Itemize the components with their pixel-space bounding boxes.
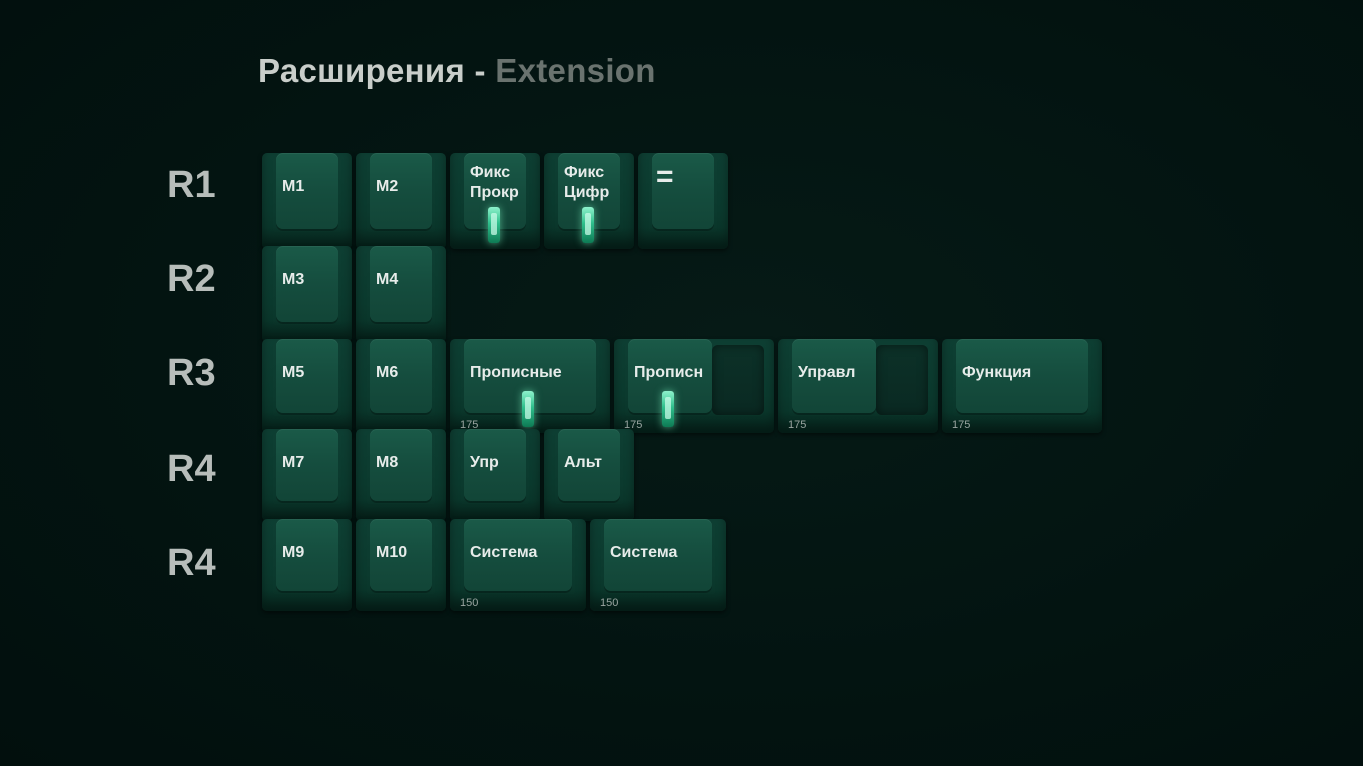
keycap-legend: M8	[376, 454, 399, 471]
page-title: Расширения - Extension	[258, 52, 656, 90]
keycap-legend: M1	[282, 178, 305, 195]
keycap-m2: M2	[356, 153, 446, 249]
keycap-scroll-lock: Фикс Прокр	[450, 153, 540, 249]
title-russian: Расширения	[258, 52, 466, 89]
switch-stem-icon	[662, 391, 674, 427]
title-separator: -	[474, 52, 486, 89]
keycap-m4: M4	[356, 246, 446, 342]
title-english: Extension	[495, 52, 656, 89]
keycap-legend: M6	[376, 364, 399, 381]
keycap-system-left: Система 150	[450, 519, 586, 611]
row-label-r1: R1	[167, 164, 216, 206]
keycap-system-right: Система 150	[590, 519, 726, 611]
keycap-m1: M1	[262, 153, 352, 249]
keycap-legend: Прописн	[634, 364, 704, 381]
keycap-equals: =	[638, 153, 728, 249]
keycap-caps-lock-stepped: Прописн 175	[614, 339, 774, 433]
keycap-caps-lock: Прописные 175	[450, 339, 610, 433]
row-label-r3: R3	[167, 352, 216, 394]
keycap-m3: M3	[262, 246, 352, 342]
keycap-legend: M7	[282, 454, 305, 471]
keycap-step	[712, 345, 764, 415]
row-label-r2: R2	[167, 258, 216, 300]
switch-stem-icon	[582, 207, 594, 243]
keycap-legend: Прописные	[470, 364, 562, 381]
keycap-size-label: 175	[788, 419, 807, 431]
keycap-function: Функция 175	[942, 339, 1102, 433]
keycap-legend: Альт	[564, 454, 602, 471]
switch-stem-icon	[488, 207, 500, 243]
keycap-m8: M8	[356, 429, 446, 521]
keycap-num-lock: Фикс Цифр	[544, 153, 634, 249]
keycap-alt: Альт	[544, 429, 634, 521]
keycap-m9: M9	[262, 519, 352, 611]
keycap-legend: Упр	[470, 454, 499, 471]
keycap-legend: M5	[282, 364, 305, 381]
keycap-legend: Система	[610, 544, 678, 561]
keycap-legend: M9	[282, 544, 305, 561]
keycap-control-stepped: Управл 175	[778, 339, 938, 433]
switch-stem-icon	[522, 391, 534, 427]
keycap-legend: Система	[470, 544, 538, 561]
keycap-size-label: 175	[952, 419, 971, 431]
row-label-r4-second: R4	[167, 542, 216, 584]
keycap-m7: M7	[262, 429, 352, 521]
keycap-legend: Управл	[798, 364, 856, 381]
keycap-legend: Фикс Прокр	[470, 164, 519, 201]
row-label-r4: R4	[167, 448, 216, 490]
keycap-m5: M5	[262, 339, 352, 433]
keycap-legend: =	[656, 160, 674, 193]
keycap-legend: M4	[376, 271, 399, 288]
keycap-size-label: 150	[460, 597, 479, 609]
keycap-legend: Функция	[962, 364, 1032, 381]
keycap-size-label: 150	[600, 597, 619, 609]
keycap-m10: M10	[356, 519, 446, 611]
keycap-step	[876, 345, 928, 415]
keycap-m6: M6	[356, 339, 446, 433]
keycap-ctrl: Упр	[450, 429, 540, 521]
keycap-legend: Фикс Цифр	[564, 164, 610, 201]
keycap-legend: M3	[282, 271, 305, 288]
keycap-legend: M10	[376, 544, 408, 561]
keycap-legend: M2	[376, 178, 399, 195]
